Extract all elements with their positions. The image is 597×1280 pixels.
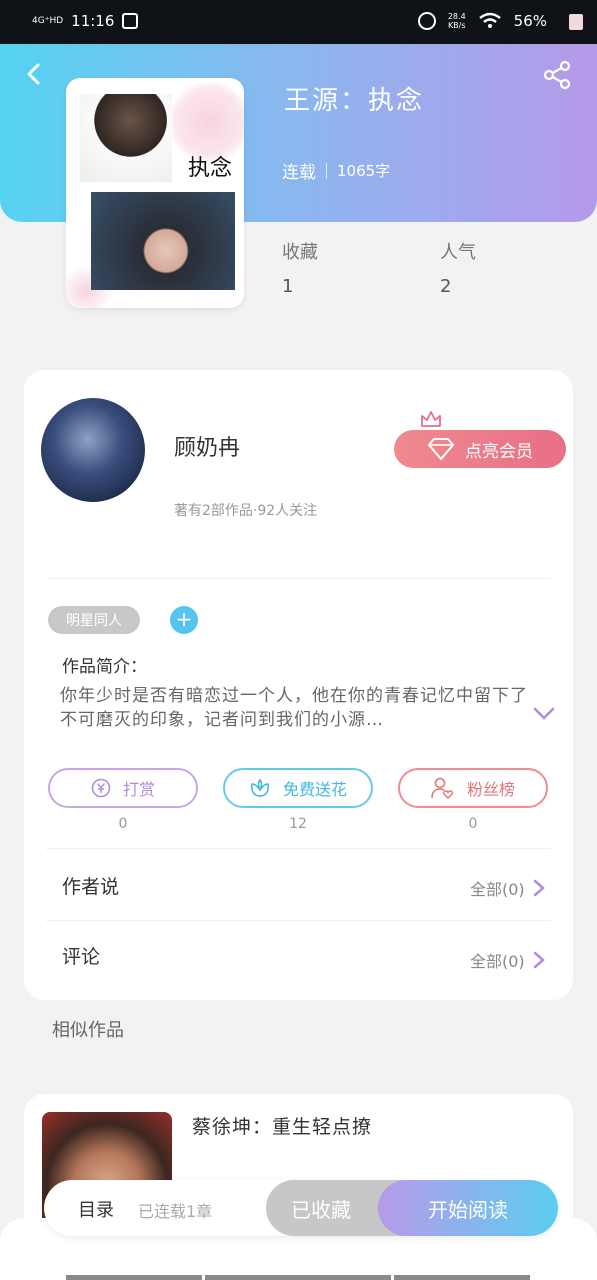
author-name[interactable]: 顾奶冉 xyxy=(174,430,240,462)
comments-label: 评论 xyxy=(62,946,101,968)
intro-text: 你年少时是否有暗恋过一个人，他在你的青春记忆中留下了不可磨灭的印象，记者问到我们… xyxy=(60,686,528,730)
author-says-count: 全部(0) xyxy=(470,880,525,899)
author-stats: 著有2部作品·92人关注 xyxy=(174,503,318,519)
back-arrow-icon[interactable] xyxy=(22,62,46,86)
chapter-progress: 已连载1章 xyxy=(138,1202,213,1221)
network-speed-value: 28.4 xyxy=(447,12,466,21)
favorites-label: 收藏 xyxy=(282,242,318,263)
wifi-icon xyxy=(478,12,501,28)
flower-icon xyxy=(250,778,270,797)
send-flower-button[interactable]: 免费送花 xyxy=(223,768,373,808)
battery-percentage: 56% xyxy=(513,12,547,30)
divider xyxy=(46,848,551,849)
network-speed: 28.4 KB/s xyxy=(448,12,466,30)
fans-count: 0 xyxy=(468,816,478,832)
popularity-value: 2 xyxy=(440,276,452,297)
intro-label: 作品简介： xyxy=(62,657,147,677)
flower-count: 12 xyxy=(289,816,307,832)
comments-all-link[interactable]: 全部(0) xyxy=(470,948,545,972)
chevron-right-icon xyxy=(533,951,545,969)
fans-label: 粉丝榜 xyxy=(466,780,515,799)
word-count: 1065字 xyxy=(337,162,391,180)
cover-photo-female xyxy=(91,192,235,290)
network-speed-unit: KB/s xyxy=(447,21,466,30)
reward-count: 0 xyxy=(118,816,128,832)
book-status: 连载 xyxy=(282,163,316,183)
divider xyxy=(46,578,551,579)
battery-icon xyxy=(569,14,583,30)
popularity-stat: 人气 2 xyxy=(440,238,476,297)
author-avatar[interactable] xyxy=(41,398,145,502)
favorites-value: 1 xyxy=(282,276,294,297)
network-indicator: 4G⁺HD xyxy=(32,15,64,26)
divider xyxy=(46,920,551,921)
cover-photo-male xyxy=(80,94,172,182)
vip-label: 点亮会员 xyxy=(465,441,533,462)
reward-label: 打赏 xyxy=(122,780,155,799)
user-heart-icon xyxy=(431,777,454,799)
similar-work-title[interactable]: 蔡徐坤：重生轻点撩 xyxy=(192,1112,372,1139)
cover-title-text: 执念 xyxy=(188,156,233,181)
similar-works-label: 相似作品 xyxy=(52,1020,124,1041)
alarm-icon xyxy=(417,12,436,30)
start-reading-label: 开始阅读 xyxy=(428,1197,508,1222)
meta-divider xyxy=(326,162,327,179)
share-icon[interactable] xyxy=(542,60,572,90)
start-reading-button[interactable]: 开始阅读 xyxy=(378,1180,558,1236)
book-title: 王源：执念 xyxy=(284,86,425,116)
app-notification-icon xyxy=(122,13,139,29)
reward-button[interactable]: 打赏 xyxy=(48,768,198,808)
home-indicator xyxy=(66,1275,202,1280)
author-says-all-link[interactable]: 全部(0) xyxy=(470,876,545,900)
fans-ranking-button[interactable]: 粉丝榜 xyxy=(398,768,548,808)
book-info-card: 顾奶冉 点亮会员 著有2部作品·92人关注 明星同人 + 作品简介： 你年少时是… xyxy=(24,370,573,1000)
popularity-label: 人气 xyxy=(440,242,476,263)
genre-tag[interactable]: 明星同人 xyxy=(48,606,140,634)
bottom-action-bar: 目录 已连载1章 已收藏 开始阅读 xyxy=(44,1180,558,1236)
vip-button[interactable]: 点亮会员 xyxy=(394,430,566,468)
book-meta: 连载 1065字 xyxy=(282,158,390,183)
status-time: 11:16 xyxy=(71,12,115,30)
add-tag-button[interactable]: + xyxy=(170,606,198,634)
diamond-icon xyxy=(428,438,454,460)
home-indicator xyxy=(394,1275,530,1280)
comments-count: 全部(0) xyxy=(470,952,525,971)
status-bar: 4G⁺HD 11:16 28.4 KB/s 56% xyxy=(0,0,597,44)
book-cover[interactable]: 执念 xyxy=(66,78,244,308)
favorites-stat: 收藏 1 xyxy=(282,238,318,297)
chevron-down-icon[interactable] xyxy=(532,706,556,722)
crown-icon xyxy=(421,411,441,427)
home-indicator xyxy=(205,1275,391,1280)
flower-label: 免费送花 xyxy=(282,780,347,799)
yen-icon xyxy=(91,778,111,798)
table-of-contents-button[interactable]: 目录 xyxy=(78,1196,114,1222)
collected-label: 已收藏 xyxy=(291,1197,351,1222)
chevron-right-icon xyxy=(533,879,545,897)
author-says-label: 作者说 xyxy=(62,876,120,898)
